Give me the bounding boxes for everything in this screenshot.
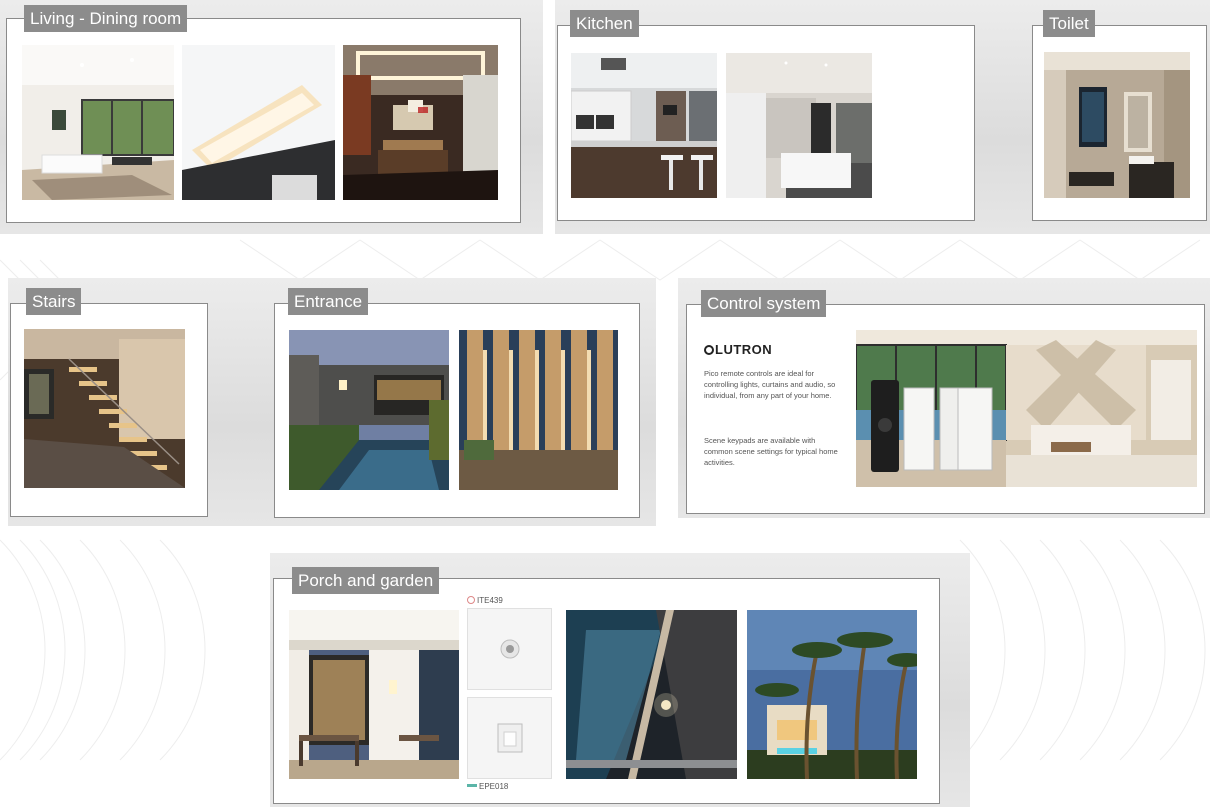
- toilet-title: Toilet: [1043, 10, 1095, 37]
- product-tag-epe018: EPE018: [467, 782, 508, 791]
- dining-room-photo: [343, 45, 498, 200]
- entrance-pool-photo: [289, 330, 449, 490]
- kitchen-island-photo: [571, 53, 717, 198]
- kitchen-hall-photo: [726, 53, 872, 198]
- lutron-logo-mark: [704, 345, 714, 355]
- porch-garden-title: Porch and garden: [292, 567, 440, 594]
- product-code-ite439: ITE439: [477, 596, 503, 605]
- product-code-epe018: EPE018: [479, 782, 509, 791]
- keypad-description: Scene keypads are available with common …: [704, 436, 838, 467]
- product-marker-icon: [467, 596, 475, 604]
- garden-palms-photo: [747, 610, 917, 779]
- entrance-title: Entrance: [288, 288, 369, 315]
- porch-photo: [289, 610, 459, 779]
- wall-light-icon: [497, 723, 523, 753]
- epe018-product-box: [467, 697, 552, 779]
- pico-description: Pico remote controls are ideal for contr…: [704, 369, 836, 400]
- cove-ceiling-photo: [182, 45, 335, 200]
- stairs-photo: [24, 329, 185, 488]
- product-tag-ite439: ITE439: [467, 596, 503, 605]
- control-living-photo: [856, 330, 1197, 487]
- toilet-photo: [1044, 52, 1190, 198]
- control-system-title: Control system: [701, 290, 827, 317]
- lutron-logo: LUTRON: [704, 342, 772, 357]
- kitchen-title: Kitchen: [570, 10, 639, 37]
- ite439-product-box: [467, 608, 552, 690]
- water-feature-photo: [566, 610, 737, 779]
- product-marker-icon: [467, 784, 477, 787]
- recessed-light-icon: [500, 639, 520, 659]
- lutron-brand-text: LUTRON: [715, 342, 773, 357]
- entrance-fins-photo: [459, 330, 618, 490]
- living-room-photo: [22, 45, 174, 200]
- living-dining-title: Living - Dining room: [24, 5, 188, 32]
- stairs-title: Stairs: [26, 288, 82, 315]
